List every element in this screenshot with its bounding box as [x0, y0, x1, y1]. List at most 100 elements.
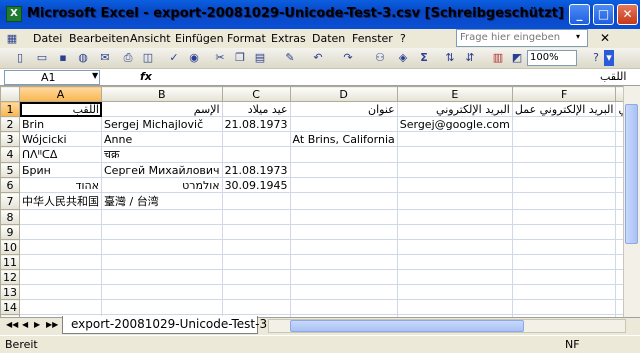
cell[interactable]: 中华人民共和国 — [19, 192, 102, 210]
cell[interactable]: Brin — [19, 116, 102, 132]
cell[interactable]: اللقب — [19, 101, 102, 117]
cell[interactable] — [289, 192, 398, 210]
redo-icon[interactable]: ↷ — [340, 50, 356, 66]
cell[interactable]: ᑎᐱᐦᑕᐃ — [19, 146, 102, 163]
cell[interactable] — [396, 131, 513, 147]
cell[interactable] — [396, 269, 513, 285]
close-button[interactable]: ✕ — [617, 4, 638, 25]
cell[interactable] — [511, 131, 617, 147]
function-icon[interactable]: fx — [140, 70, 152, 83]
cell[interactable] — [396, 192, 513, 210]
cell[interactable] — [221, 299, 291, 315]
cell[interactable]: عيد ميلاد — [221, 101, 291, 117]
format-painter-icon[interactable]: ✎ — [282, 50, 298, 66]
cell[interactable]: Брин — [19, 162, 102, 178]
column-header-d[interactable]: D — [289, 86, 398, 102]
cell-table[interactable]: ABCDEFG 1اللقبالإسمعيد ميلادعنوانالبريد … — [0, 86, 640, 317]
row-header[interactable]: 10 — [0, 239, 20, 255]
cell[interactable] — [101, 269, 223, 285]
cell[interactable] — [511, 254, 617, 270]
cell[interactable] — [221, 239, 291, 255]
cell[interactable] — [396, 224, 513, 240]
cell[interactable]: 21.08.1973 — [221, 116, 291, 132]
cell[interactable] — [19, 254, 102, 270]
cell[interactable] — [289, 284, 398, 300]
hyperlink-icon[interactable]: ⚇ — [372, 50, 388, 66]
help-search-input[interactable]: Frage hier eingeben — [456, 29, 588, 47]
cell[interactable] — [511, 116, 617, 132]
cut-icon[interactable]: ✂ — [212, 50, 228, 66]
cell[interactable] — [511, 177, 617, 193]
cell[interactable] — [221, 192, 291, 210]
cell[interactable]: البريد الإلكتروني عمل — [511, 101, 617, 117]
toolbar-options-icon[interactable]: ▾ — [604, 50, 614, 66]
cell[interactable] — [396, 177, 513, 193]
row-header[interactable]: 13 — [0, 284, 20, 300]
column-header-a[interactable]: A — [19, 86, 102, 102]
row-header[interactable]: 6 — [0, 177, 20, 193]
menu-einfuegen[interactable]: Einfügen — [175, 32, 224, 45]
cell[interactable] — [19, 239, 102, 255]
cell[interactable] — [221, 224, 291, 240]
cell[interactable] — [396, 146, 513, 163]
row-header[interactable]: 7 — [0, 192, 20, 210]
sheet-tab[interactable]: export-20081029-Unicode-Test-3 — [62, 316, 267, 334]
cell[interactable] — [101, 284, 223, 300]
cell[interactable] — [221, 131, 291, 147]
first-sheet-button[interactable]: ◀◀ — [6, 320, 18, 329]
cell[interactable]: الإسم — [101, 101, 223, 117]
spreadsheet-grid[interactable]: ABCDEFG 1اللقبالإسمعيد ميلادعنوانالبريد … — [0, 86, 640, 317]
select-all-corner[interactable] — [0, 86, 20, 102]
cell[interactable]: אולמרט — [101, 177, 223, 193]
cell[interactable]: चक्र — [101, 146, 223, 163]
document-icon[interactable]: ▦ — [4, 31, 20, 47]
column-header-f[interactable]: F — [511, 86, 617, 102]
menu-fenster[interactable]: Fenster — [352, 32, 393, 45]
column-header-c[interactable]: C — [221, 86, 291, 102]
row-header[interactable]: 1 — [0, 101, 20, 117]
menu-format[interactable]: Format — [227, 32, 266, 45]
cell[interactable] — [511, 284, 617, 300]
cell[interactable] — [101, 239, 223, 255]
cell[interactable] — [289, 239, 398, 255]
undo-icon[interactable]: ↶ — [310, 50, 326, 66]
open-icon[interactable]: ▭ — [34, 50, 50, 66]
cell[interactable] — [289, 162, 398, 178]
cell[interactable] — [101, 299, 223, 315]
cell[interactable] — [19, 299, 102, 315]
formula-input[interactable]: اللقب — [600, 70, 626, 83]
row-header[interactable]: 14 — [0, 299, 20, 315]
paste-icon[interactable]: ▤ — [252, 50, 268, 66]
document-close-button[interactable]: ✕ — [600, 31, 610, 45]
menu-extras[interactable]: Extras — [271, 32, 306, 45]
cell[interactable] — [289, 209, 398, 225]
cell[interactable] — [289, 146, 398, 163]
map-icon[interactable]: ◩ — [509, 50, 525, 66]
minimize-button[interactable]: _ — [569, 4, 590, 25]
row-header[interactable]: 8 — [0, 209, 20, 225]
cell[interactable] — [396, 239, 513, 255]
row-header[interactable]: 2 — [0, 116, 20, 132]
cell[interactable]: Anne — [101, 131, 223, 147]
column-header-b[interactable]: B — [101, 86, 223, 102]
next-sheet-button[interactable]: ▶ — [34, 320, 40, 329]
print-icon[interactable]: ⎙ — [120, 50, 136, 66]
cell[interactable] — [19, 284, 102, 300]
cell[interactable]: 30.09.1945 — [221, 177, 291, 193]
zoom-select[interactable]: 100% — [527, 50, 577, 66]
cell[interactable] — [511, 209, 617, 225]
help-icon[interactable]: ? — [588, 50, 604, 66]
chart-icon[interactable]: ▥ — [490, 50, 506, 66]
cell[interactable]: 21.08.1973 — [221, 162, 291, 178]
cell[interactable] — [396, 162, 513, 178]
menu-ansicht[interactable]: Ansicht — [130, 32, 171, 45]
cell[interactable] — [396, 299, 513, 315]
row-header[interactable]: 9 — [0, 224, 20, 240]
cell[interactable] — [221, 146, 291, 163]
cell[interactable] — [289, 254, 398, 270]
excel-app-icon[interactable]: X — [6, 6, 22, 22]
drawing-icon[interactable]: ◈ — [395, 50, 411, 66]
row-header[interactable]: 11 — [0, 254, 20, 270]
cell[interactable]: Сергей Михайлович — [101, 162, 223, 178]
permission-icon[interactable]: ◍ — [75, 50, 91, 66]
